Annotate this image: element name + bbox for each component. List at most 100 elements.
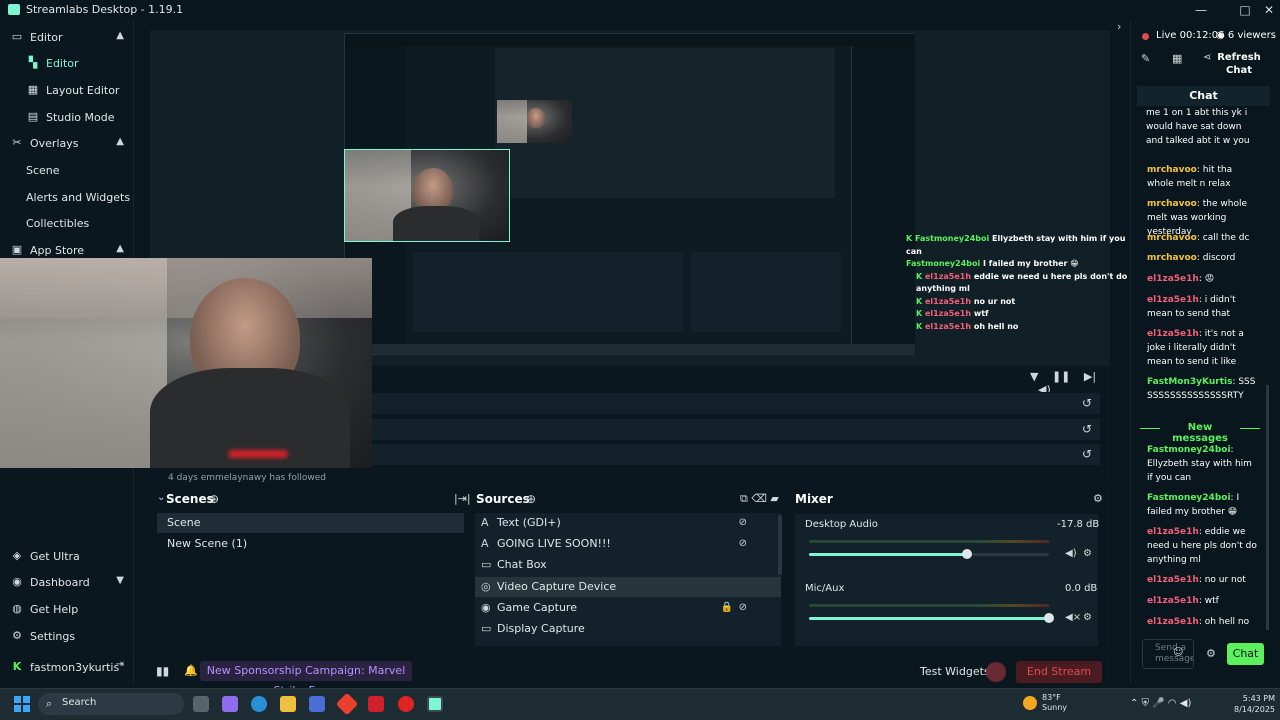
task-view-icon[interactable]: [193, 696, 209, 712]
minimize-icon[interactable]: —: [1192, 2, 1210, 18]
sidebar-item-get-ultra[interactable]: ◈ Get Ultra: [0, 543, 134, 569]
source-item[interactable]: A GOING LIVE SOON!!! ⊘: [475, 534, 781, 554]
source-item[interactable]: ▭ Chat Box: [475, 555, 781, 575]
windows-start-icon[interactable]: [14, 696, 30, 712]
source-label: Video Capture Device: [497, 580, 617, 593]
gear-icon[interactable]: ⚙: [1083, 548, 1092, 559]
pause-icon[interactable]: ❚❚: [1052, 370, 1070, 383]
overlay-user: el1za5e1h: [924, 296, 972, 306]
editor-sub-icon: ▚: [28, 56, 38, 69]
weather-widget[interactable]: 83°F Sunny: [1042, 693, 1067, 713]
sidebar-item-scene[interactable]: Scene: [0, 157, 134, 183]
lock-icon[interactable]: 🔒: [721, 598, 733, 618]
chat-message: el1za5e1h: 😡: [1147, 274, 1215, 284]
file-explorer-icon[interactable]: [280, 696, 296, 712]
gear-icon[interactable]: ⚙: [1083, 612, 1092, 623]
sidebar-item-editor-sub[interactable]: ▚ Editor: [0, 50, 134, 76]
sidebar-item-layout-editor[interactable]: ▦ Layout Editor: [0, 77, 134, 103]
emote-icon[interactable]: ☺: [1173, 647, 1183, 658]
notification-icon[interactable]: 🔔: [184, 664, 198, 677]
store-icon[interactable]: [309, 696, 325, 712]
volume-icon[interactable]: ◀): [1065, 548, 1077, 559]
app-icon[interactable]: [398, 696, 414, 712]
edit-icon[interactable]: ✎: [1141, 52, 1150, 65]
filter-icon[interactable]: ▼: [1030, 370, 1038, 383]
replay-icon[interactable]: ↺: [1082, 447, 1092, 461]
eye-slash-icon[interactable]: ⊘: [739, 534, 747, 554]
end-stream-button[interactable]: End Stream: [1016, 661, 1102, 683]
chat-send-button[interactable]: Chat: [1227, 643, 1264, 665]
chevron-right-icon[interactable]: ›: [1117, 20, 1121, 33]
taskbar-clock[interactable]: 5:43 PM 8/14/2025: [1234, 693, 1275, 715]
sidebar-item-studio-mode[interactable]: ▤ Studio Mode: [0, 104, 134, 130]
scene-transitions-icon[interactable]: |⇥|: [454, 492, 471, 505]
sources-scrollbar[interactable]: [778, 515, 782, 575]
mic-aux-fader[interactable]: [809, 613, 1054, 623]
gear-icon: ⚙: [12, 629, 22, 642]
test-widgets-icon[interactable]: [986, 662, 1006, 682]
audio-meter: [809, 604, 1049, 607]
source-item[interactable]: ▭ Display Capture: [475, 619, 781, 639]
skip-icon[interactable]: ▶|: [1084, 370, 1096, 383]
source-label: Display Capture: [497, 622, 585, 635]
sidebar-item-collectibles[interactable]: Collectibles: [0, 210, 134, 236]
replay-icon[interactable]: ↺: [1082, 396, 1092, 410]
username: fastmon3ykurtis: [30, 660, 120, 674]
dashboard-icon: ◉: [12, 575, 22, 588]
sidebar-label: Alerts and Widgets: [26, 190, 131, 204]
source-tools-icon[interactable]: ⧉ ⌫ ▰: [740, 492, 779, 506]
popout-icon[interactable]: ▦: [1172, 52, 1182, 65]
sidebar-item-alerts-widgets[interactable]: Alerts and Widgets: [0, 184, 134, 210]
scene-item[interactable]: Scene: [157, 513, 464, 533]
maximize-icon[interactable]: □: [1236, 2, 1254, 18]
share-icon: ⋖: [1203, 52, 1212, 63]
source-item[interactable]: A Text (GDI+) ⊘: [475, 513, 781, 533]
sidebar-item-settings[interactable]: ⚙ Settings: [0, 623, 134, 649]
webcam-source-selected[interactable]: [344, 149, 510, 242]
mute-icon[interactable]: ◀×: [1065, 612, 1081, 623]
sidebar-item-editor[interactable]: ▭ Editor ▲: [0, 24, 134, 50]
chat-input[interactable]: Send a message: [1142, 639, 1194, 669]
chevron-up-icon: ▲: [116, 243, 124, 254]
sidebar-item-dashboard[interactable]: ◉ Dashboard ▼: [0, 569, 134, 595]
collapse-icon[interactable]: ⌄: [157, 492, 165, 503]
refresh-chat-button[interactable]: Refresh Chat: [1217, 51, 1261, 77]
overlay-user: el1za5e1h: [924, 271, 972, 281]
mcafee-icon[interactable]: [368, 696, 384, 712]
gear-icon[interactable]: ⚙: [1093, 492, 1103, 505]
overlay-user: Fastmoney24boi: [906, 259, 981, 268]
logout-icon[interactable]: ⇥: [116, 659, 124, 670]
copilot-icon[interactable]: [222, 696, 238, 712]
nested-titlebar: [345, 34, 915, 46]
chat-scrollbar[interactable]: [1266, 385, 1269, 630]
system-tray-icons[interactable]: ⌃ ⛨ 🎤 ◠ ◀): [1130, 698, 1191, 709]
add-scene-icon[interactable]: ⊕: [209, 492, 219, 506]
sidebar-item-get-help[interactable]: ◍ Get Help: [0, 596, 134, 622]
scene-item[interactable]: New Scene (1): [157, 534, 464, 554]
replay-icon[interactable]: ↺: [1082, 422, 1092, 436]
sidebar-item-overlays[interactable]: ✂ Overlays ▲: [0, 130, 134, 156]
add-source-icon[interactable]: ⊕: [526, 492, 536, 506]
gamepad-icon: ◉: [481, 601, 491, 614]
test-widgets-button[interactable]: Test Widgets: [920, 665, 990, 678]
taskbar-search[interactable]: ⌕ Search: [38, 693, 184, 715]
performance-icon[interactable]: ▮▮: [156, 664, 169, 678]
eye-slash-icon[interactable]: ⊘: [739, 598, 747, 618]
layout-icon: ▦: [27, 83, 39, 96]
desktop-audio-fader[interactable]: [809, 549, 1049, 559]
close-icon[interactable]: ✕: [1260, 2, 1278, 18]
chevron-up-icon: ▲: [116, 136, 124, 147]
new-messages-label: New messages: [1160, 422, 1240, 444]
webcam-nested: [497, 100, 572, 143]
chevron-down-icon: ▼: [116, 575, 124, 586]
sidebar-user[interactable]: K fastmon3ykurtis ⇥: [0, 654, 134, 680]
streamlabs-icon[interactable]: [427, 696, 443, 712]
gear-icon[interactable]: ⚙: [1206, 647, 1216, 660]
nested-mixer: [691, 252, 841, 332]
source-item[interactable]: ◎ Video Capture Device: [475, 577, 781, 597]
source-item[interactable]: ◉ Game Capture 🔒 ⊘: [475, 598, 781, 618]
sponsorship-banner[interactable]: New Sponsorship Campaign: Marvel Strike …: [200, 661, 412, 697]
mixer-channel-name: Desktop Audio: [805, 519, 878, 530]
edge-icon[interactable]: [251, 696, 267, 712]
eye-slash-icon[interactable]: ⊘: [739, 513, 747, 533]
